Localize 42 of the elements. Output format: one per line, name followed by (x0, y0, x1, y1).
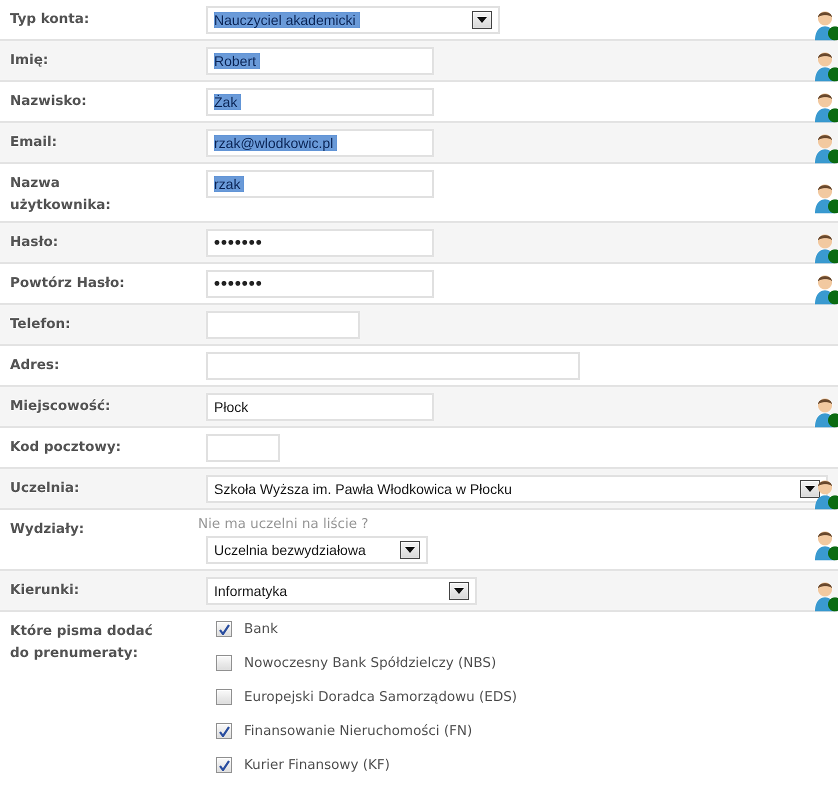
password-field[interactable]: ••••••• (206, 229, 434, 257)
checkbox-label: Finansowanie Nieruchomości (FN) (244, 722, 472, 741)
checkbox[interactable] (216, 621, 232, 637)
dropdown[interactable]: Informatyka (206, 577, 477, 605)
caret-icon (400, 541, 420, 559)
checkbox[interactable] (216, 655, 232, 671)
input-field[interactable]: Płock (206, 393, 434, 421)
field-label: Które pisma dodać do prenumeraty: (9, 622, 154, 663)
field-label: Nazwisko: (9, 92, 88, 111)
caret-icon (800, 480, 820, 498)
checkbox-label: Europejski Doradca Samorządowu (EDS) (244, 688, 518, 707)
field-label: Kierunki: (9, 581, 80, 600)
checkbox-label: Bank (244, 620, 278, 639)
dropdown[interactable]: Uczelnia bezwydziałowa (206, 536, 428, 564)
checkbox-label: Nowoczesny Bank Spółdzielczy (NBS) (244, 654, 496, 673)
checkbox[interactable] (216, 723, 232, 739)
checkbox-label: Kurier Finansowy (KF) (244, 756, 390, 775)
field-label: Powtórz Hasło: (9, 274, 126, 293)
input-field[interactable]: Żak (206, 88, 434, 116)
field-label: Typ konta: (9, 10, 90, 29)
caret-icon (449, 582, 469, 600)
password-field[interactable]: ••••••• (206, 270, 434, 298)
input-field[interactable]: Robert (206, 47, 434, 75)
checkbox[interactable] (216, 757, 232, 773)
checkbox[interactable] (216, 689, 232, 705)
field-label: Hasło: (9, 233, 60, 252)
dropdown[interactable]: Szkoła Wyższa im. Pawła Włodkowica w Płocku (206, 475, 828, 503)
caret-icon (472, 11, 492, 29)
field-label: Telefon: (9, 315, 72, 334)
field-label: Adres: (9, 356, 60, 375)
input-field[interactable]: rzak@wlodkowic.pl (206, 129, 434, 157)
input-field[interactable] (206, 352, 580, 380)
input-field[interactable] (206, 311, 360, 339)
input-field[interactable]: rzak (206, 170, 434, 198)
field-label: Nazwa użytkownika: (9, 174, 112, 215)
input-field[interactable] (206, 434, 280, 462)
field-label: Miejscowość: (9, 397, 112, 416)
field-label: Imię: (9, 51, 50, 70)
field-label: Uczelnia: (9, 479, 80, 498)
field-label: Email: (9, 133, 58, 152)
dropdown[interactable]: Nauczyciel akademicki (206, 6, 500, 34)
field-label: Kod pocztowy: (9, 438, 122, 457)
